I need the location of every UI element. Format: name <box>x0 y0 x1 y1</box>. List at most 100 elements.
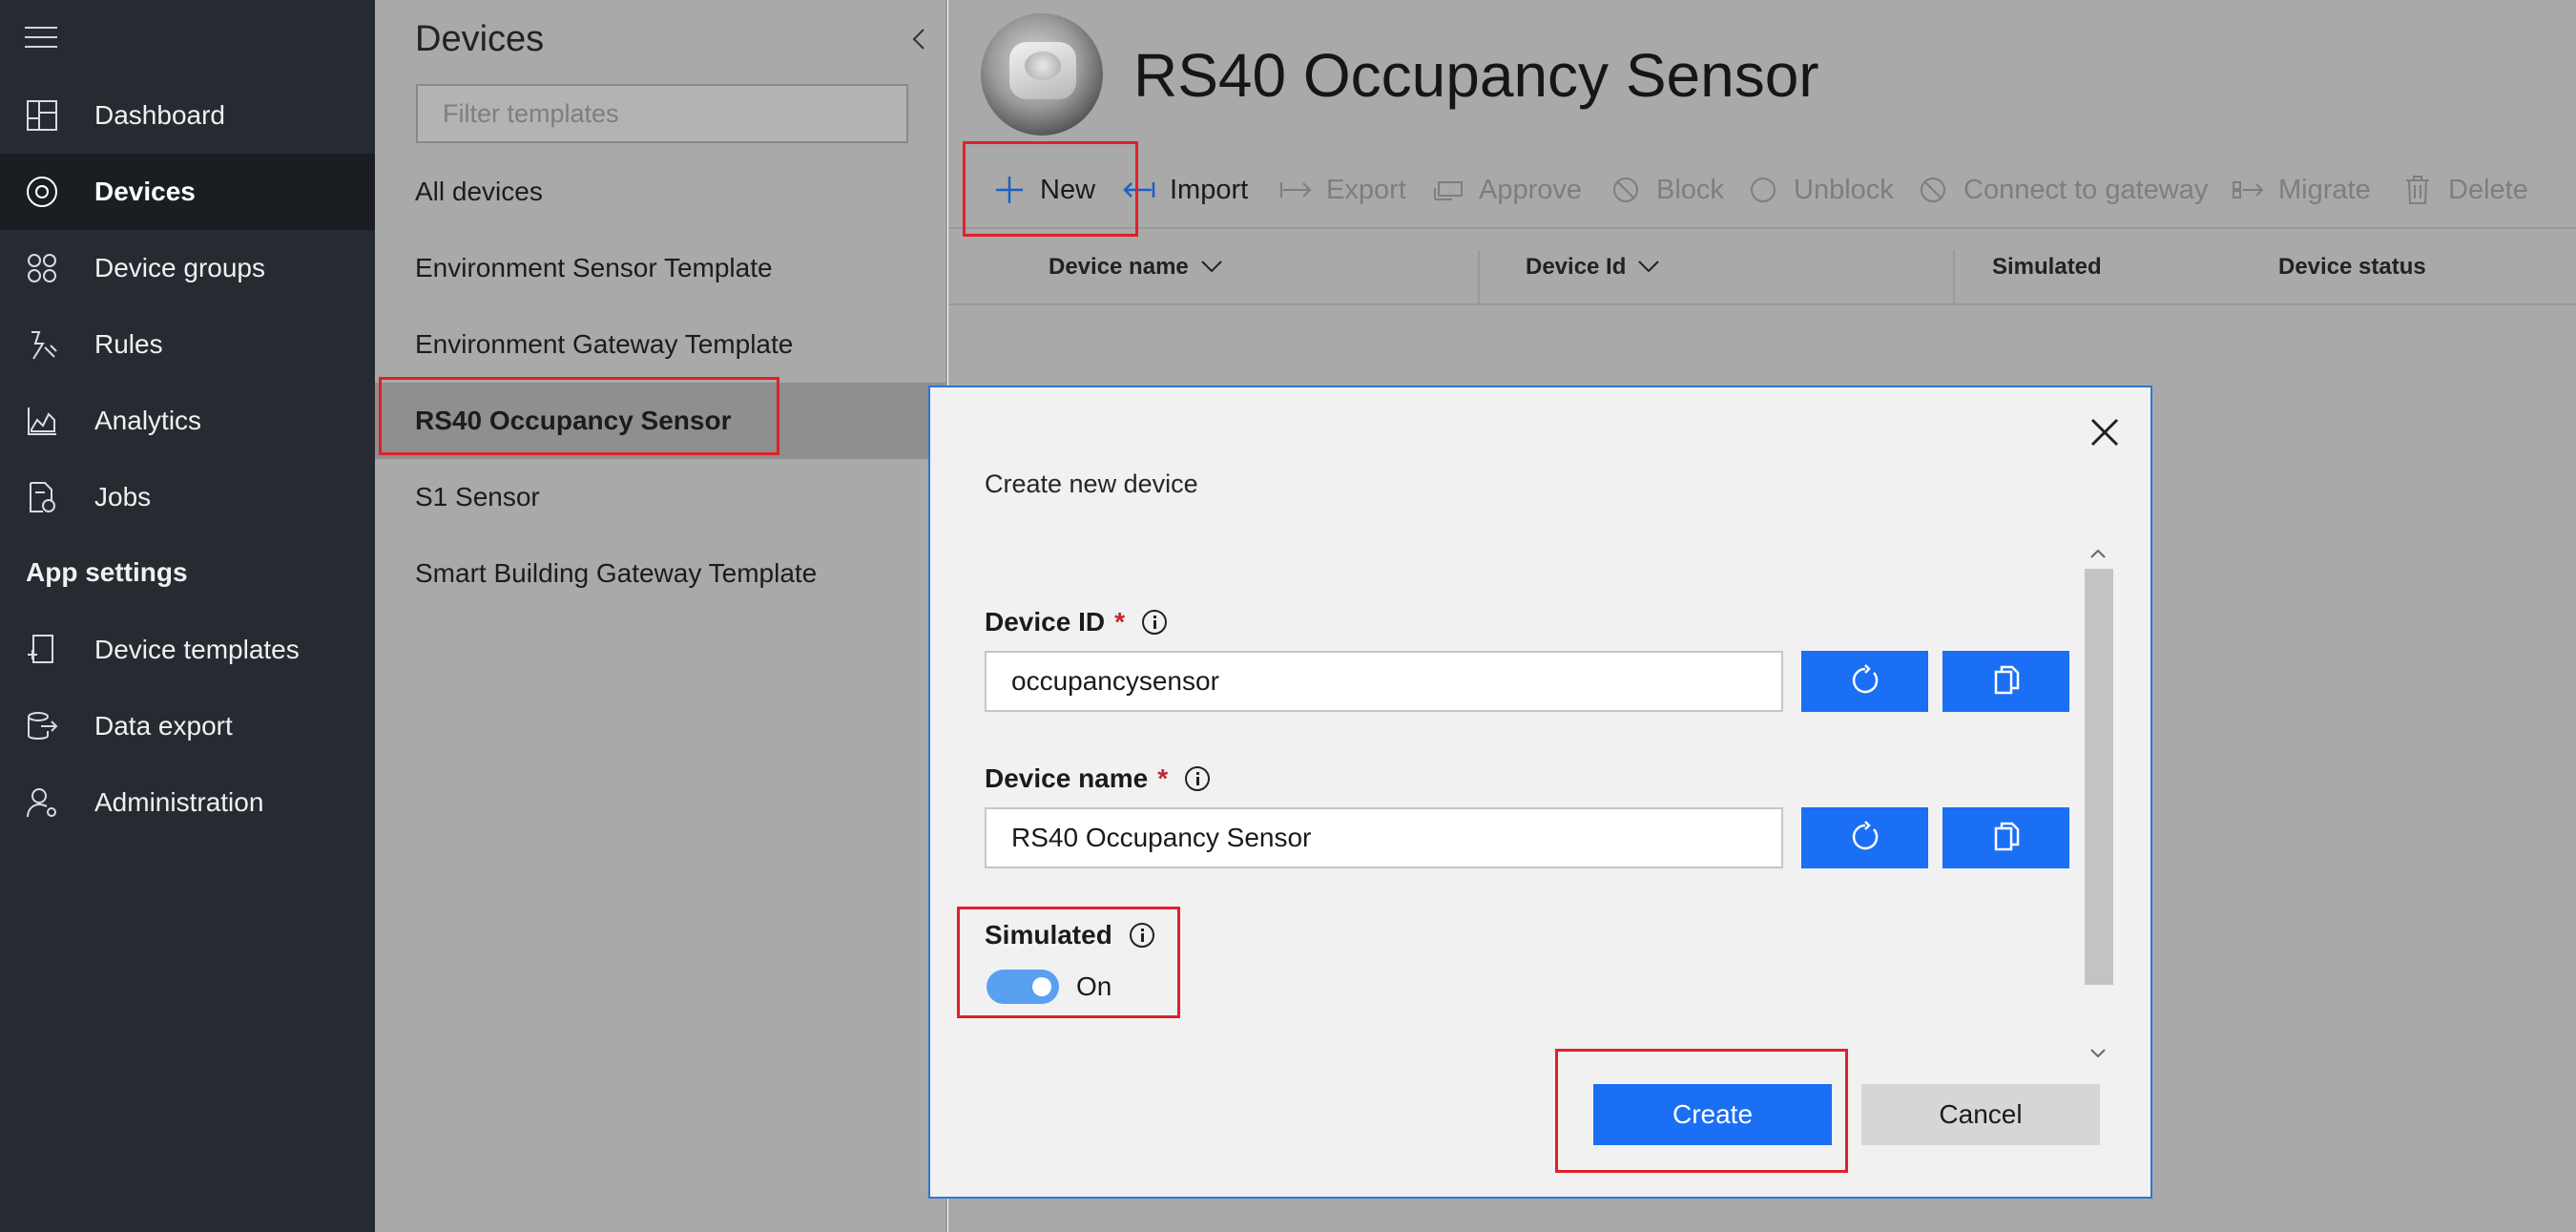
nav-label-rules: Rules <box>94 329 163 359</box>
migrate-button[interactable]: Migrate <box>2231 151 2371 229</box>
template-item-rs40-occupancy-sensor[interactable]: RS40 Occupancy Sensor <box>375 383 945 459</box>
hamburger-menu-icon[interactable] <box>25 25 57 52</box>
dialog-subtitle: Create new device <box>985 470 1198 498</box>
device-templates-icon <box>25 633 59 667</box>
delete-button-label: Delete <box>2448 174 2528 205</box>
analytics-icon <box>25 404 59 438</box>
regenerate-device-name-button[interactable] <box>1801 807 1928 868</box>
column-simulated[interactable]: Simulated <box>1992 231 2102 303</box>
device-id-input[interactable] <box>985 651 1783 712</box>
nav-label-device-groups: Device groups <box>94 253 265 282</box>
nav-section-app-settings: App settings <box>26 557 188 587</box>
copy-icon <box>1992 821 2021 856</box>
column-device-name[interactable]: Device name <box>1049 231 1223 303</box>
template-item-environment-sensor[interactable]: Environment Sensor Template <box>375 230 945 306</box>
delete-button[interactable]: Delete <box>2400 151 2528 229</box>
import-button[interactable]: Import <box>1122 151 1248 229</box>
info-icon[interactable] <box>1185 766 1211 791</box>
device-id-label-text: Device ID <box>985 607 1106 637</box>
simulated-toggle[interactable] <box>987 970 1059 1004</box>
column-device-id[interactable]: Device Id <box>1526 231 1660 303</box>
info-icon[interactable] <box>1141 610 1167 635</box>
nav-item-devices[interactable]: Devices <box>0 154 375 230</box>
device-toolbar: New Import Export Approve Block Unblock … <box>948 151 2576 229</box>
scroll-down-icon[interactable] <box>2087 1044 2109 1063</box>
block-icon <box>1609 173 1643 207</box>
refresh-icon <box>1849 820 1881 856</box>
devices-icon <box>25 175 59 209</box>
device-id-label: Device ID * <box>985 607 1167 637</box>
column-device-id-label: Device Id <box>1526 254 1627 280</box>
device-table-header: Device name Device Id Simulated Device s… <box>948 231 2576 305</box>
nav-label-jobs: Jobs <box>94 482 152 512</box>
unblock-button[interactable]: Unblock <box>1746 151 1894 229</box>
migrate-icon <box>2231 173 2265 207</box>
template-item-smart-building-gateway[interactable]: Smart Building Gateway Template <box>375 535 945 612</box>
column-device-status[interactable]: Device status <box>2278 231 2426 303</box>
column-divider[interactable] <box>1953 250 1955 305</box>
approve-button-label: Approve <box>1479 174 1583 205</box>
administration-icon <box>25 785 59 820</box>
unblock-icon <box>1746 173 1780 207</box>
nav-label-device-templates: Device templates <box>94 635 300 664</box>
template-item-s1-sensor[interactable]: S1 Sensor <box>375 459 945 535</box>
connect-to-gateway-label: Connect to gateway <box>1963 174 2209 205</box>
new-button-label: New <box>1040 174 1096 205</box>
block-button[interactable]: Block <box>1609 151 1724 229</box>
create-button[interactable]: Create <box>1593 1084 1832 1145</box>
column-divider[interactable] <box>1478 250 1480 305</box>
nav-item-dashboard[interactable]: Dashboard <box>0 77 375 154</box>
chevron-down-icon <box>1637 254 1660 281</box>
template-item-environment-gateway[interactable]: Environment Gateway Template <box>375 306 945 383</box>
required-asterisk: * <box>1157 763 1169 793</box>
unblock-button-label: Unblock <box>1794 174 1894 205</box>
export-icon <box>1278 173 1313 207</box>
device-templates-pane: Devices All devices Environment Sensor T… <box>375 0 947 1232</box>
collapse-pane-icon[interactable] <box>907 25 930 53</box>
cancel-button[interactable]: Cancel <box>1861 1084 2100 1145</box>
copy-device-name-button[interactable] <box>1942 807 2069 868</box>
new-button[interactable]: New <box>992 151 1095 229</box>
close-icon[interactable] <box>2087 414 2123 450</box>
scrollbar-thumb[interactable] <box>2085 569 2113 985</box>
column-device-name-label: Device name <box>1049 254 1189 280</box>
regenerate-device-id-button[interactable] <box>1801 651 1928 712</box>
copy-device-id-button[interactable] <box>1942 651 2069 712</box>
nav-label-administration: Administration <box>94 787 264 817</box>
filter-templates-input[interactable] <box>416 84 908 143</box>
refresh-icon <box>1849 663 1881 700</box>
approve-icon <box>1431 173 1465 207</box>
rules-icon <box>25 327 59 362</box>
approve-button[interactable]: Approve <box>1431 151 1582 229</box>
info-icon[interactable] <box>1129 923 1154 948</box>
copy-icon <box>1992 664 2021 700</box>
device-name-label: Device name * <box>985 763 1211 794</box>
nav-item-jobs[interactable]: Jobs <box>0 459 375 535</box>
device-groups-icon <box>25 251 59 285</box>
export-button[interactable]: Export <box>1278 151 1406 229</box>
scroll-up-icon[interactable] <box>2087 544 2109 563</box>
nav-item-rules[interactable]: Rules <box>0 306 375 383</box>
export-button-label: Export <box>1326 174 1406 205</box>
device-template-image <box>981 13 1103 136</box>
nav-item-administration[interactable]: Administration <box>0 764 375 841</box>
trash-icon <box>2400 173 2435 207</box>
block-button-label: Block <box>1656 174 1724 205</box>
page-title: RS40 Occupancy Sensor <box>1133 41 1819 110</box>
nav-item-data-export[interactable]: Data export <box>0 688 375 764</box>
connect-gateway-icon <box>1916 173 1950 207</box>
device-name-label-text: Device name <box>985 763 1149 793</box>
template-item-all-devices[interactable]: All devices <box>375 154 945 230</box>
nav-item-device-templates[interactable]: Device templates <box>0 612 375 688</box>
pane-title: Devices <box>415 19 545 59</box>
chevron-down-icon <box>1200 254 1223 281</box>
connect-to-gateway-button[interactable]: Connect to gateway <box>1916 151 2208 229</box>
nav-item-device-groups[interactable]: Device groups <box>0 230 375 306</box>
device-name-input[interactable] <box>985 807 1783 868</box>
nav-label-data-export: Data export <box>94 711 233 741</box>
left-nav: Dashboard Devices Device groups Rules An… <box>0 0 375 1232</box>
nav-label-devices: Devices <box>94 177 196 206</box>
simulated-label-text: Simulated <box>985 920 1112 950</box>
simulated-toggle-state: On <box>1076 971 1112 1001</box>
nav-item-analytics[interactable]: Analytics <box>0 383 375 459</box>
